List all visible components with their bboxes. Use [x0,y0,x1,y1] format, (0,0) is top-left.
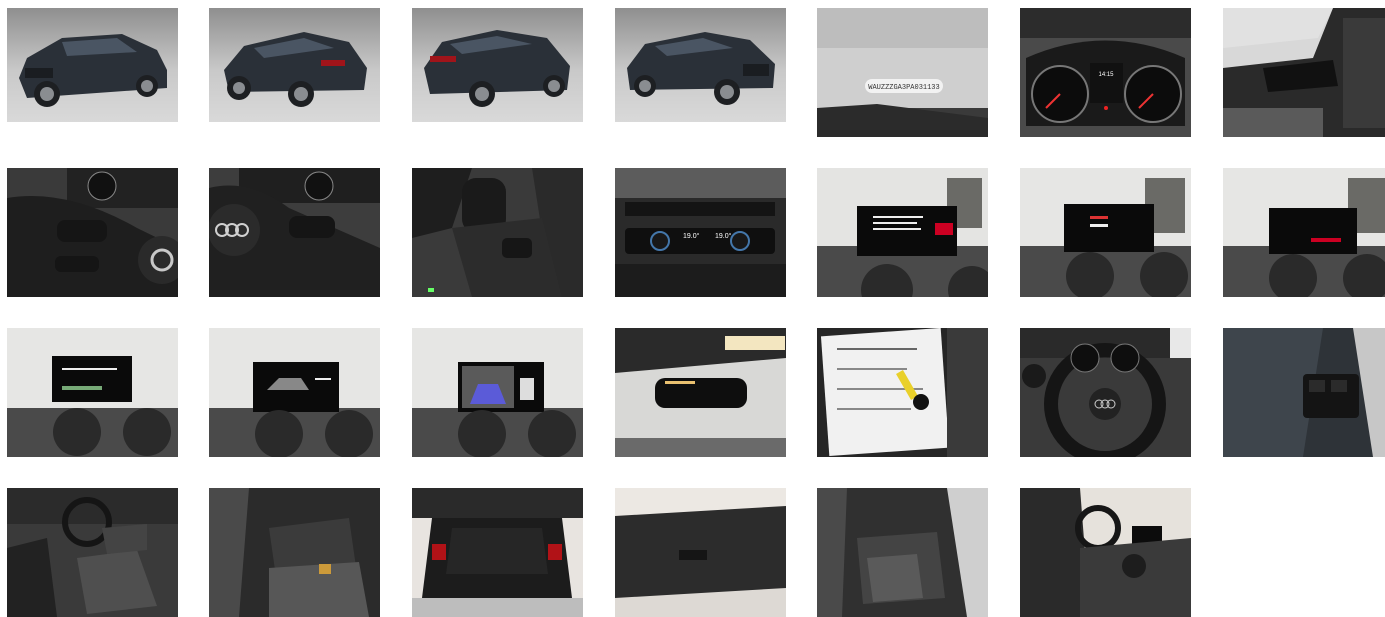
photo-steering-wheel-right[interactable] [209,168,380,297]
interior-passenger-side-photo [1020,488,1191,617]
car-rear-left-photo [209,8,380,122]
front-seats-photo [7,488,178,617]
cluster-clock: 14:15 [1098,72,1114,78]
photo-climate-control[interactable]: 19.0° 19.0° [615,168,786,297]
photo-service-documents-keys[interactable] [817,328,988,457]
rear-seat-side-photo [817,488,988,617]
photo-infotainment-screen-2[interactable] [1020,168,1191,297]
instrument-cluster-photo: 14:15 [1020,8,1191,137]
photo-car-front-right[interactable] [615,8,786,122]
infotainment-car-status-photo [209,328,380,457]
photo-steering-wheel-left[interactable] [7,168,178,297]
photo-instrument-cluster[interactable]: 14:15 [1020,8,1191,137]
photo-infotainment-car-status[interactable] [209,328,380,457]
photo-trunk-cover[interactable] [615,488,786,617]
service-documents-keys-photo [817,328,988,457]
column-stalk-photo [1223,8,1385,137]
photo-gallery-grid: WAUZZZGA3PA031133 14:15 19.0° 19.0° [0,0,1385,617]
vin-plate-photo: WAUZZZGA3PA031133 [817,8,988,137]
photo-gear-selector[interactable] [412,168,583,297]
climate-control-photo: 19.0° 19.0° [615,168,786,297]
trunk-cover-photo [615,488,786,617]
climate-temp-right: 19.0° [715,232,732,240]
photo-vin-plate[interactable]: WAUZZZGA3PA031133 [817,8,988,137]
photo-car-rear-left[interactable] [209,8,380,122]
photo-infotainment-menu[interactable] [817,168,988,297]
photo-reversing-camera[interactable] [412,328,583,457]
photo-rearview-mirror[interactable] [615,328,786,457]
infotainment-screen-4-photo [7,328,178,457]
dashboard-steering-photo [1020,328,1191,457]
infotainment-screen-2-photo [1020,168,1191,297]
photo-column-stalk[interactable] [1223,8,1385,137]
reversing-camera-photo [412,328,583,457]
steering-wheel-left-photo [7,168,178,297]
photo-door-switches[interactable] [1223,328,1385,457]
car-front-left-photo [7,8,178,122]
infotainment-menu-photo [817,168,988,297]
gear-selector-photo [412,168,583,297]
photo-open-trunk[interactable] [412,488,583,617]
photo-car-rear-right[interactable] [412,8,583,122]
steering-wheel-right-photo [209,168,380,297]
rearview-mirror-photo [615,328,786,457]
photo-rear-seat-side[interactable] [817,488,988,617]
photo-dashboard-steering[interactable] [1020,328,1191,457]
photo-infotainment-screen-3[interactable] [1223,168,1385,297]
rear-seats-photo [209,488,380,617]
climate-temp-left: 19.0° [683,232,700,240]
photo-rear-seats[interactable] [209,488,380,617]
infotainment-screen-3-photo [1223,168,1385,297]
photo-interior-passenger-side[interactable] [1020,488,1191,617]
vin-plate-text: WAUZZZGA3PA031133 [868,84,939,92]
door-switches-photo [1223,328,1385,457]
open-trunk-photo [412,488,583,617]
photo-infotainment-screen-4[interactable] [7,328,178,457]
photo-car-front-left[interactable] [7,8,178,122]
photo-front-seats[interactable] [7,488,178,617]
car-front-right-photo [615,8,786,122]
car-rear-right-photo [412,8,583,122]
